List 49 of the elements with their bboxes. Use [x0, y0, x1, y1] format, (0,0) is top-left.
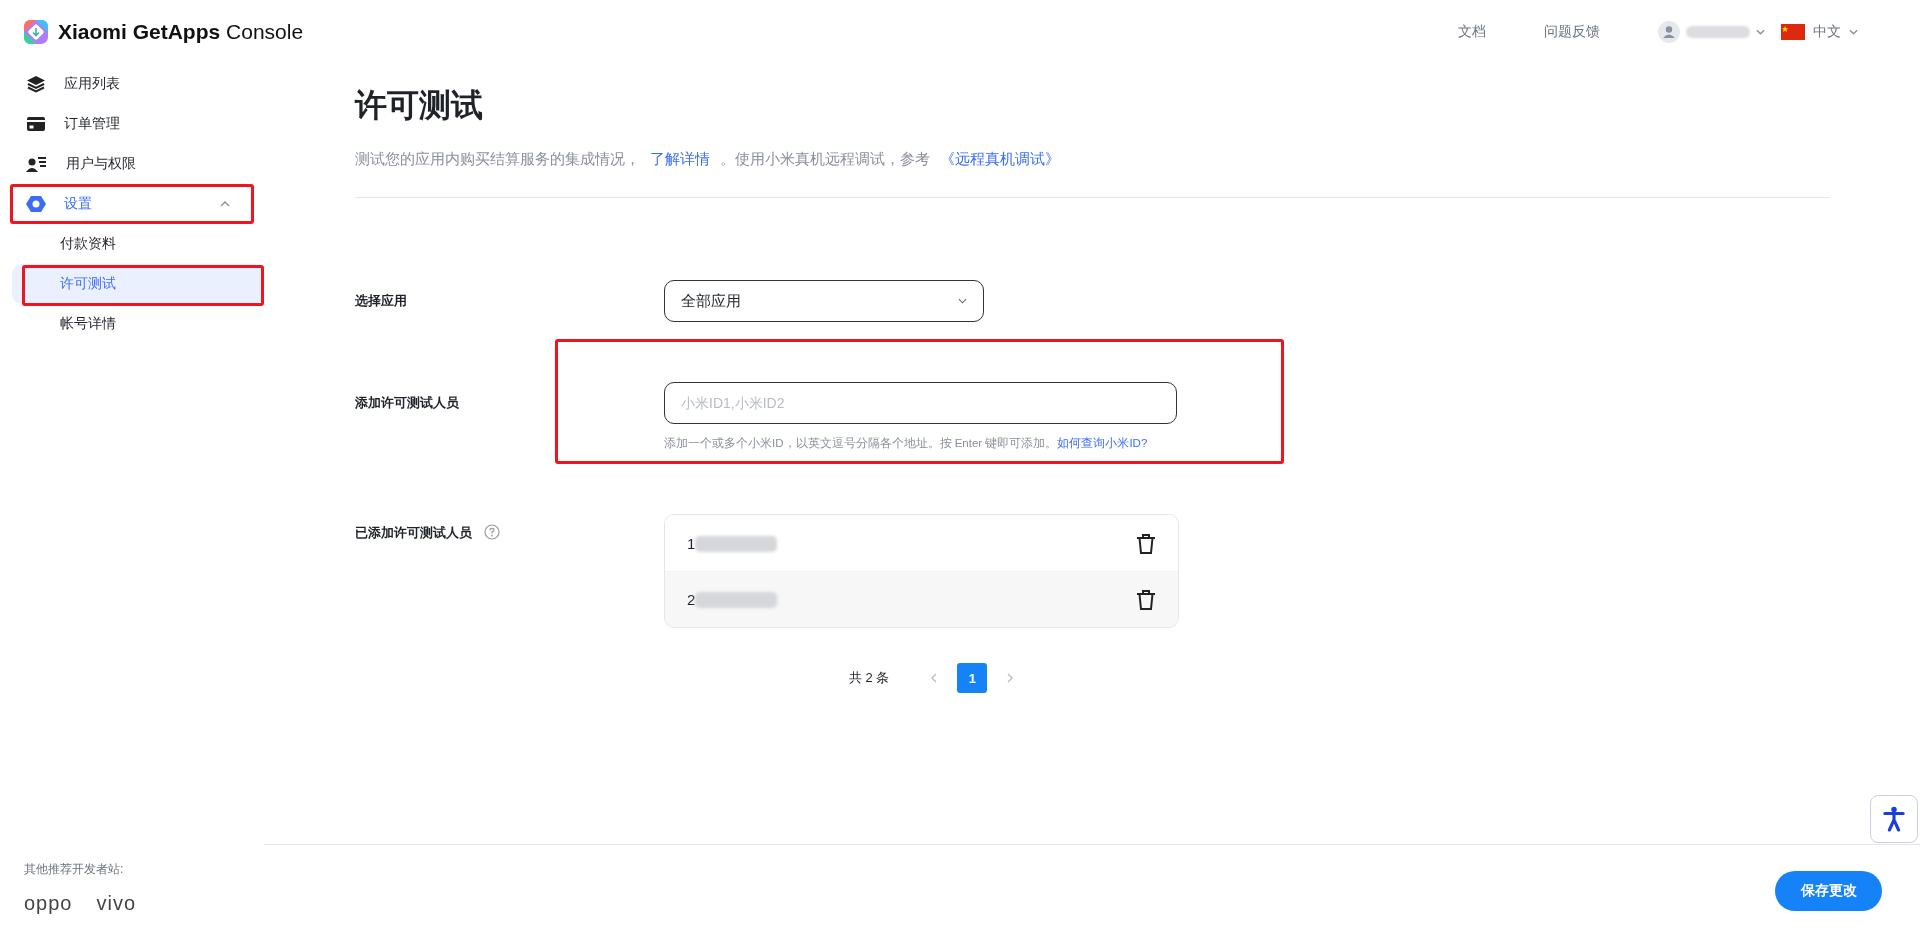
- link[interactable]: 了解详情: [650, 150, 710, 167]
- layers-icon: [26, 74, 46, 94]
- logo-icon: [22, 18, 50, 46]
- partners-label: 其他推荐开发者站:: [24, 861, 125, 878]
- save-button[interactable]: 保存更改: [1775, 871, 1882, 911]
- logo-text: Xiaomi GetApps Console: [58, 20, 304, 44]
- partner-logo[interactable]: vivo: [96, 892, 137, 915]
- chevron-up-icon[interactable]: [220, 201, 230, 207]
- field-label: 选择应用: [355, 292, 408, 310]
- tester-id-field[interactable]: 小米ID1,小米ID2: [664, 382, 1177, 424]
- page-description: 测试您的应用内购买结算服务的集成情况， 了解详情 。使用小米真机远程调试，参考 《远程真机调试》: [355, 150, 1061, 169]
- app-select[interactable]: 全部应用: [664, 280, 984, 322]
- nav-item[interactable]: 应用列表: [11, 64, 253, 104]
- chevron-down-icon[interactable]: [1849, 29, 1858, 35]
- partner-logo[interactable]: oppo: [24, 892, 73, 915]
- tester-id: 1: [687, 535, 696, 552]
- nav-subitem[interactable]: 许可测试: [12, 264, 264, 304]
- page-title: 许可测试: [355, 86, 484, 125]
- trash-icon[interactable]: [1136, 588, 1156, 611]
- nav-item[interactable]: 用户与权限: [11, 144, 253, 184]
- user-list-icon: [26, 154, 48, 174]
- chevron-down-icon: [958, 298, 967, 304]
- nav-subitem[interactable]: 付款资料: [12, 224, 264, 264]
- field-label: 已添加许可测试人员: [355, 524, 472, 542]
- avatar-icon[interactable]: [1658, 21, 1680, 43]
- redacted-mark: [1686, 26, 1750, 38]
- chevron-right-icon[interactable]: [1007, 673, 1014, 683]
- header-link[interactable]: 问题反馈: [1544, 23, 1600, 41]
- help-icon[interactable]: [484, 524, 500, 540]
- language-selector[interactable]: 中文: [1813, 23, 1841, 41]
- help-link[interactable]: 如何查询小米ID?: [1057, 437, 1148, 449]
- total-count: 共 2 条: [849, 669, 890, 687]
- flag-icon[interactable]: [1781, 24, 1805, 40]
- trash-icon[interactable]: [1136, 532, 1156, 555]
- nav-subitem[interactable]: 帐号详情: [12, 304, 264, 344]
- tester-id: 2: [687, 591, 696, 608]
- page-button[interactable]: 1: [957, 663, 988, 693]
- chevron-left-icon[interactable]: [931, 673, 938, 683]
- field-hint: 添加一个或多个小米ID，以英文逗号分隔各个地址。按 Enter 键即可添加。如何查询小米ID?: [664, 436, 1149, 451]
- nav-item[interactable]: 设置: [11, 184, 253, 224]
- header-link[interactable]: 文档: [1458, 23, 1486, 41]
- nav-item[interactable]: 订单管理: [11, 104, 253, 144]
- field-label: 添加许可测试人员: [355, 394, 460, 412]
- chevron-down-icon[interactable]: [1756, 29, 1765, 35]
- card-icon: [26, 114, 46, 134]
- link[interactable]: 《远程真机调试》: [940, 150, 1060, 167]
- accessibility-button[interactable]: [1870, 795, 1918, 843]
- hexagon-icon: [26, 194, 46, 214]
- accessibility-icon: [1883, 806, 1905, 832]
